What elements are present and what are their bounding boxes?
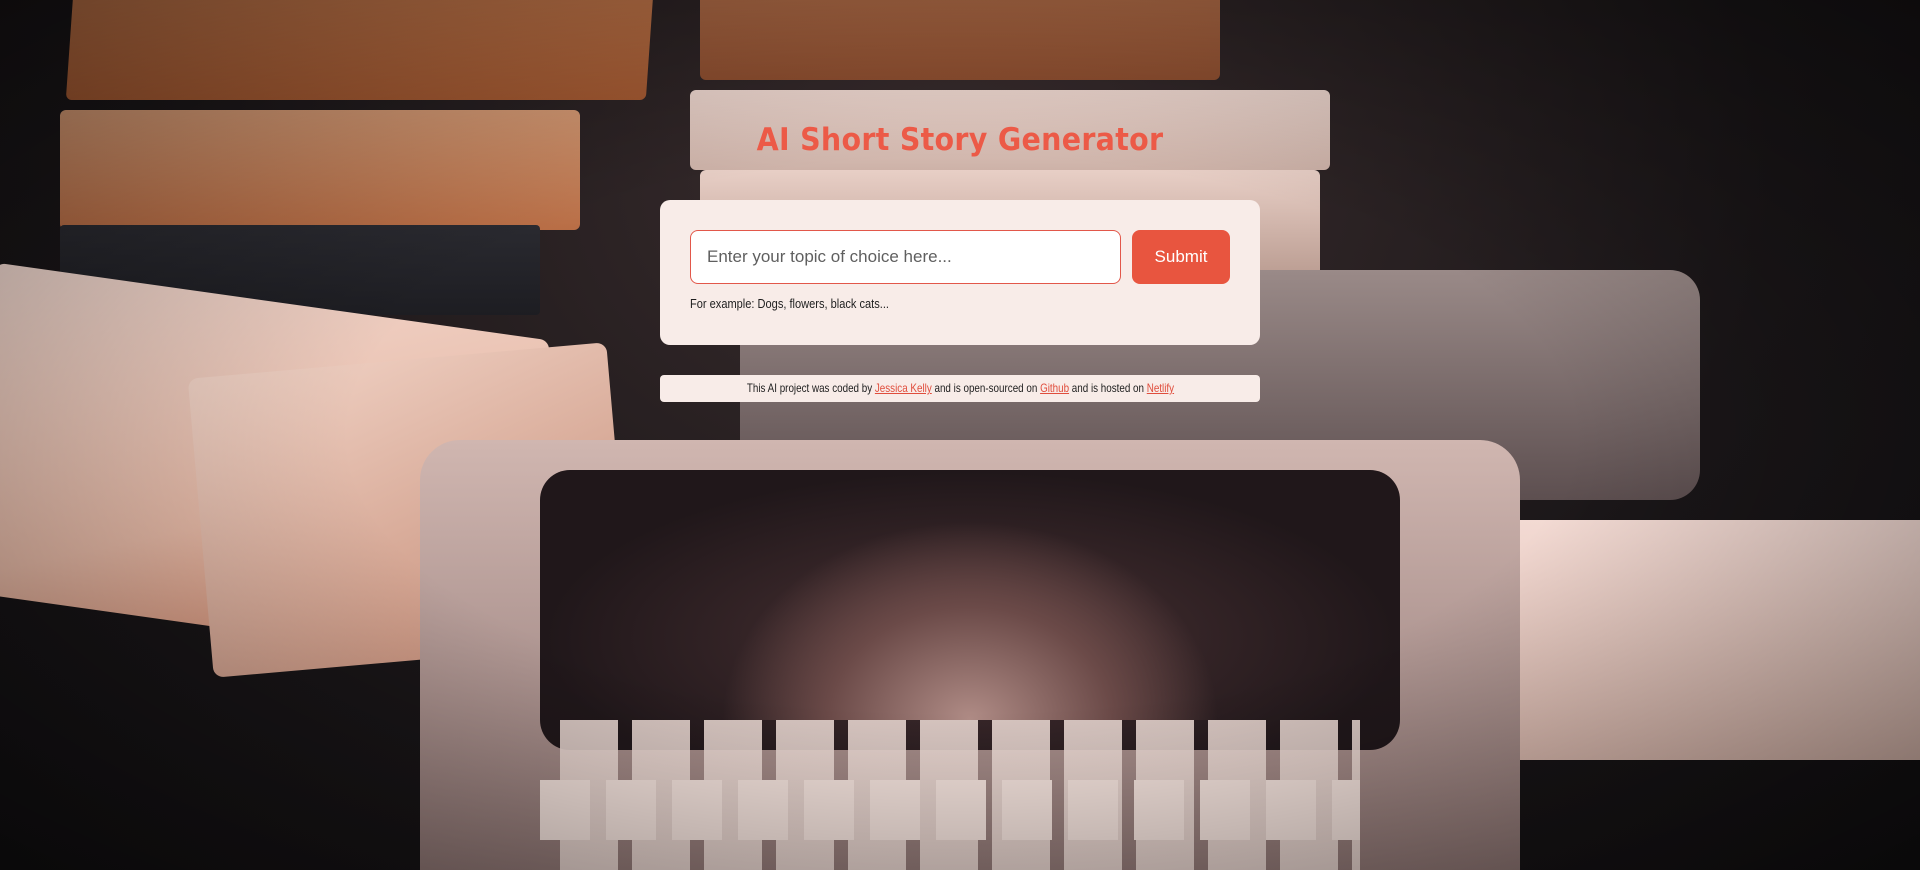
submit-button[interactable]: Submit: [1132, 230, 1230, 284]
footer-text-part: and is open-sourced on: [931, 381, 1040, 395]
footer-text-part: and is hosted on: [1068, 381, 1147, 395]
topic-form: Submit For example: Dogs, flowers, black…: [660, 200, 1260, 345]
github-link[interactable]: Github: [1040, 381, 1069, 395]
footer-text: This AI project was coded by Jessica Kel…: [746, 375, 1173, 402]
footer: This AI project was coded by Jessica Kel…: [660, 375, 1260, 402]
footer-text-part: This AI project was coded by: [746, 381, 875, 395]
author-link[interactable]: Jessica Kelly: [874, 381, 931, 395]
example-hint: For example: Dogs, flowers, black cats..…: [690, 296, 889, 311]
netlify-link[interactable]: Netlify: [1146, 381, 1173, 395]
page-title: AI Short Story Generator: [756, 122, 1164, 158]
topic-input[interactable]: [690, 230, 1121, 284]
